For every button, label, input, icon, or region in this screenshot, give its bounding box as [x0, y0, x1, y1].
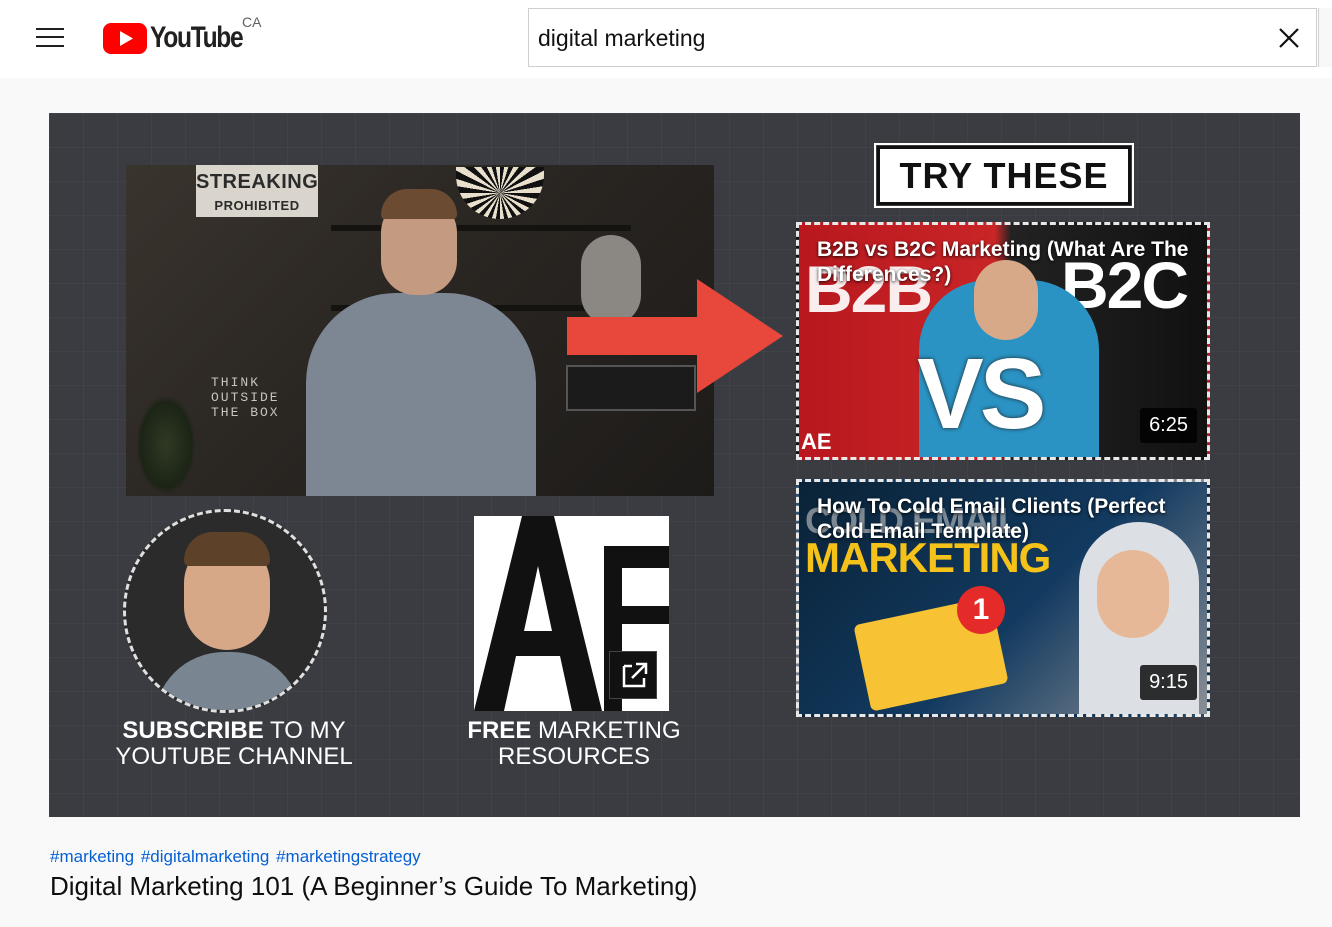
hashtag-link[interactable]: #marketing — [50, 847, 134, 866]
plant-decor — [136, 395, 196, 495]
country-code: CA — [242, 14, 262, 30]
search-input[interactable] — [538, 23, 1258, 53]
duration-badge: 9:15 — [1140, 665, 1197, 700]
thumb-face — [1097, 550, 1169, 638]
arrow-right-icon — [567, 279, 783, 393]
external-link-glyph — [622, 662, 648, 688]
youtube-play-icon — [103, 22, 147, 54]
notification-badge: 1 — [957, 586, 1005, 634]
presenter-body — [306, 293, 536, 496]
end-card-video-2[interactable]: COLD EMAIL MARKETING 1 How To Cold Email… — [796, 479, 1210, 717]
video-info-row-clipped — [50, 919, 1050, 927]
youtube-logo[interactable]: YouTube — [103, 21, 263, 55]
menu-line — [36, 45, 64, 47]
menu-line — [36, 28, 64, 30]
menu-line — [36, 36, 64, 38]
channel-avatar[interactable] — [123, 509, 327, 713]
end-card-video-1[interactable]: B2B B2C VS AE B2B vs B2C Marketing (What… — [796, 222, 1210, 460]
think-outside-poster: THINK OUTSIDE THE BOX — [211, 375, 280, 420]
external-link-icon[interactable] — [609, 651, 657, 699]
search-box[interactable] — [528, 8, 1317, 67]
masthead: YouTube CA — [0, 0, 1332, 78]
streaking-sign: STREAKING PROHIBITED — [196, 165, 318, 217]
video-player[interactable]: STREAKING PROHIBITED THINK OUTSIDE THE B… — [49, 113, 1300, 817]
close-icon[interactable] — [1276, 25, 1302, 51]
end-card-title: B2B vs B2C Marketing (What Are The Diffe… — [817, 238, 1189, 286]
hashtag-link[interactable]: #digitalmarketing — [141, 847, 270, 866]
duration-badge: 6:25 — [1140, 408, 1197, 443]
avatar-hair — [184, 532, 270, 566]
menu-icon[interactable] — [36, 26, 66, 48]
hashtag-row: #marketing #digitalmarketing #marketings… — [50, 847, 423, 867]
thumb-ae-mark: AE — [801, 429, 832, 454]
subscribe-label[interactable]: SUBSCRIBE TO MY YOUTUBE CHANNEL — [109, 718, 359, 770]
end-card-title: How To Cold Email Clients (Perfect Cold … — [817, 495, 1166, 543]
logo-wordmark: YouTube — [150, 21, 244, 54]
video-title: Digital Marketing 101 (A Beginner’s Guid… — [50, 871, 698, 901]
avatar-shirt — [154, 652, 302, 710]
free-resources-label[interactable]: FREE MARKETING RESOURCES — [459, 718, 689, 770]
presenter-hair — [381, 189, 457, 219]
shelf — [331, 225, 631, 231]
hashtag-link[interactable]: #marketingstrategy — [276, 847, 421, 866]
thumb-text-vs: VS — [917, 338, 1046, 450]
dartboard — [456, 167, 544, 219]
try-these-label: TRY THESE — [874, 143, 1134, 208]
search-button-edge[interactable] — [1318, 8, 1332, 67]
